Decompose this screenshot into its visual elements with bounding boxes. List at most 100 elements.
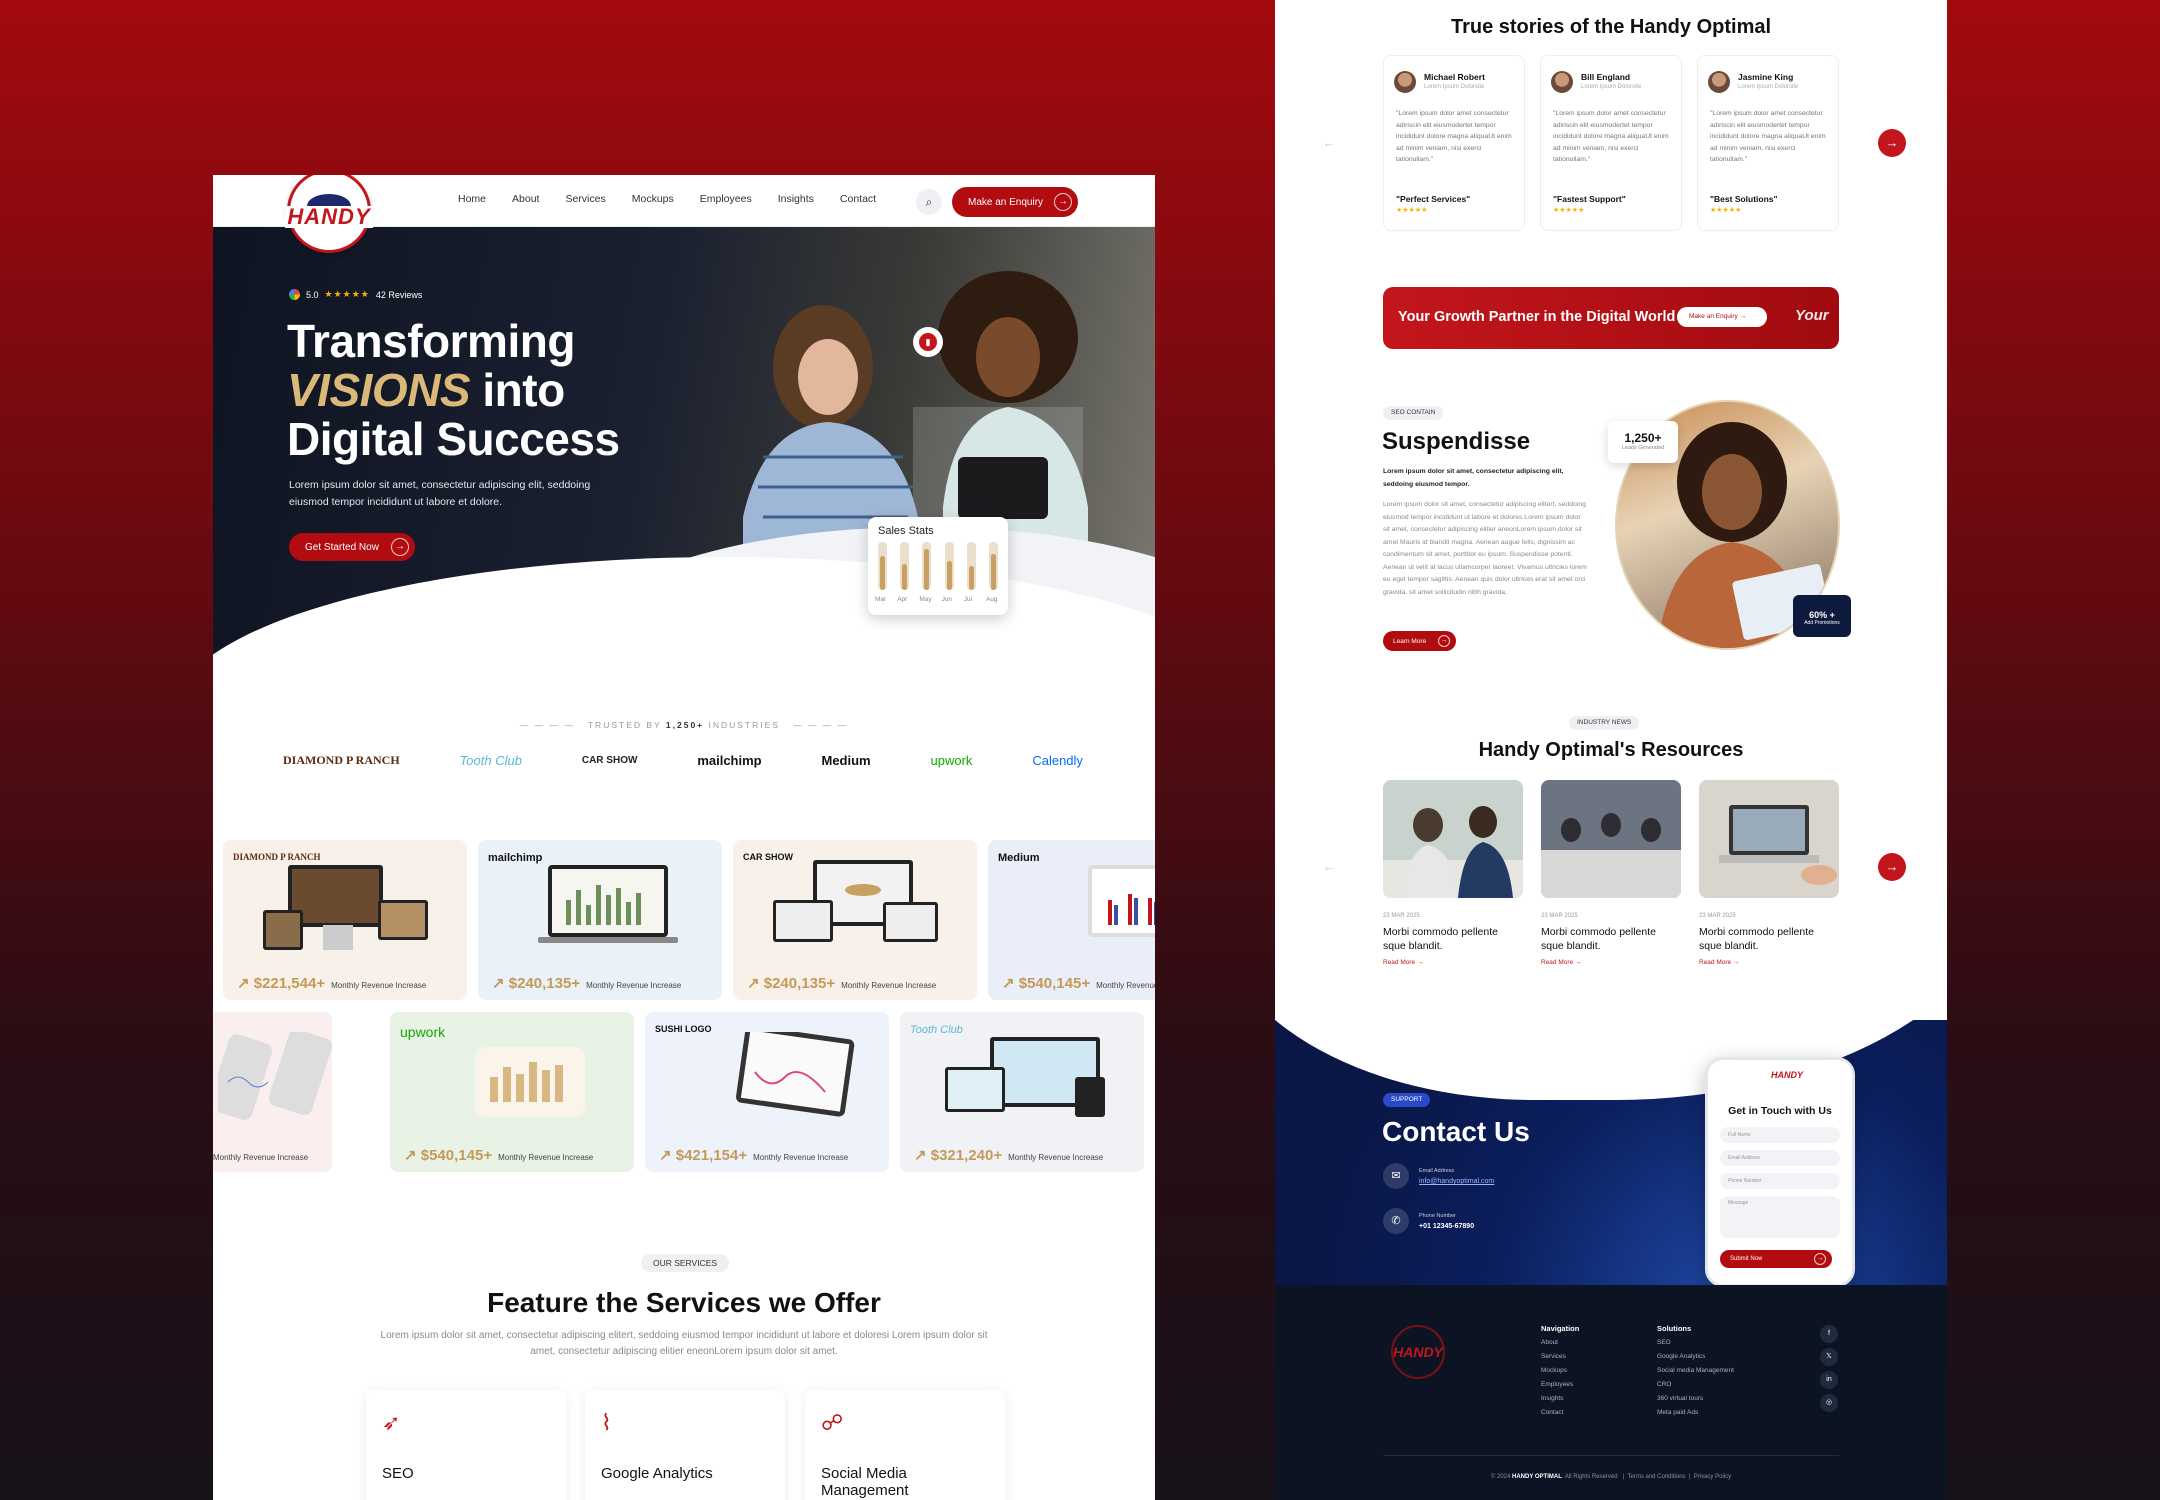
banner-enquiry-button[interactable]: Make an Enquiry →	[1677, 307, 1767, 327]
nav-insights[interactable]: Insights	[778, 193, 814, 205]
footer-link[interactable]: Contact	[1541, 1406, 1579, 1420]
device-mockup	[945, 1037, 1105, 1117]
analytics-icon: ⌇	[601, 1410, 612, 1435]
message-field[interactable]: Message	[1720, 1196, 1840, 1238]
enquiry-label: Make an Enquiry	[968, 196, 1044, 208]
read-more-link[interactable]: Read More →	[1541, 959, 1681, 966]
portfolio-card[interactable]: SUSHI LOGO ↗ $421,154+ Monthly Revenue In…	[645, 1012, 889, 1172]
testimonial-quote: "Lorem ipsum dolor amet consectetur adir…	[1553, 110, 1669, 163]
arrow-right-icon: →	[391, 538, 409, 556]
resource-card[interactable]: 23 MAR 2025 Morbi commodo pellente sque …	[1383, 780, 1523, 966]
learn-more-button[interactable]: Learn More →	[1383, 631, 1456, 651]
brand-medium: Medium	[821, 753, 871, 768]
service-card-social[interactable]: ☍ Social Media Management	[805, 1390, 1005, 1500]
resources-prev-button[interactable]: ←	[1315, 853, 1343, 881]
banner-enquiry-label: Make an Enquiry	[1689, 313, 1738, 320]
nav-about[interactable]: About	[512, 193, 539, 205]
card-revenue: ↗ $321,240+ Monthly Revenue Increase	[914, 1146, 1103, 1164]
email-field[interactable]: Email Address	[1720, 1150, 1840, 1166]
testimonials-next-button[interactable]: →	[1878, 129, 1906, 157]
linkedin-icon[interactable]: in	[1820, 1371, 1838, 1389]
footer-logo[interactable]: HANDY	[1383, 1325, 1453, 1385]
footer-link[interactable]: SEO	[1657, 1336, 1734, 1350]
trend-up-icon: ↗	[237, 975, 250, 992]
sales-bar-fill	[924, 549, 930, 590]
portfolio-card[interactable]: CAR SHOW ↗ $240,135+ Monthly Revenue Incr…	[733, 840, 977, 1000]
testimonial-role: Lorem Ipsum Dolorsite	[1424, 84, 1485, 90]
portfolio-row-2: Monthly Revenue Increase upwork ↗ $540,1…	[213, 1012, 1155, 1172]
contact-title: Contact Us	[1382, 1116, 1530, 1147]
copyright-brand: HANDY OPTIMAL	[1512, 1474, 1562, 1480]
service-name: Social Media Management	[821, 1465, 909, 1499]
sales-bar-fill	[902, 563, 908, 590]
phone-field[interactable]: Phone Number	[1720, 1173, 1840, 1189]
footer-link[interactable]: Mockups	[1541, 1364, 1579, 1378]
make-enquiry-button[interactable]: Make an Enquiry →	[952, 187, 1078, 217]
portfolio-card[interactable]: Medium ↗ $540,145+Monthly Revenue Increa…	[988, 840, 1155, 1000]
sales-bar-label: Apr	[897, 596, 908, 603]
contact-tag: SUPPORT	[1383, 1093, 1431, 1107]
portfolio-card[interactable]: mailchimp ↗ $240,135+ Monthly Revenue Inc…	[478, 840, 722, 1000]
footer-link[interactable]: Insights	[1541, 1392, 1579, 1406]
card-revenue-label: Monthly Revenue Increase	[1008, 1153, 1104, 1162]
card-revenue-label: Monthly Revenue Increase	[498, 1153, 594, 1162]
footer-divider	[1383, 1455, 1839, 1456]
footer-link[interactable]: About	[1541, 1336, 1579, 1350]
get-started-button[interactable]: Get Started Now →	[289, 533, 415, 561]
portfolio-card[interactable]: upwork ↗ $540,145+ Monthly Revenue Increa…	[390, 1012, 634, 1172]
hero-paragraph: Lorem ipsum dolor sit amet, consectetur …	[289, 479, 591, 508]
resource-card[interactable]: 23 MAR 2025 Morbi commodo pellente sque …	[1699, 780, 1839, 966]
footer-link[interactable]: Employees	[1541, 1378, 1579, 1392]
terms-link[interactable]: Terms and Conditions	[1628, 1474, 1686, 1480]
submit-button[interactable]: Submit Now →	[1720, 1250, 1832, 1268]
card-revenue-value: $221,544+	[253, 975, 326, 992]
card-revenue-value: $540,145+	[1018, 975, 1091, 992]
nav-services[interactable]: Services	[565, 193, 605, 205]
hero-title: Transforming VISIONS into Digital Succes…	[287, 317, 620, 464]
avatar	[1394, 71, 1416, 93]
read-more-link[interactable]: Read More →	[1383, 959, 1523, 966]
testimonial-quote: "Lorem ipsum dolor amet consectetur adir…	[1710, 110, 1826, 163]
sales-stats-title: Sales Stats	[878, 525, 934, 537]
reviews-count[interactable]: 42 Reviews	[376, 290, 423, 300]
footer-link[interactable]: Social media Management	[1657, 1364, 1734, 1378]
testimonial-role: Lorem Ipsum Dolorsite	[1738, 84, 1799, 90]
x-icon[interactable]: 𝕏	[1820, 1348, 1838, 1366]
phone-number: +01 12345-67890	[1419, 1223, 1475, 1230]
seo-title: Suspendisse	[1382, 428, 1531, 455]
full-name-field[interactable]: Full Name	[1720, 1127, 1840, 1143]
resources-next-button[interactable]: →	[1878, 853, 1906, 881]
facebook-icon[interactable]: f	[1820, 1325, 1838, 1343]
portfolio-card[interactable]: Monthly Revenue Increase	[213, 1012, 332, 1172]
resource-card[interactable]: 23 MAR 2025 Morbi commodo pellente sque …	[1541, 780, 1681, 966]
brand-calendly: Calendly	[1032, 753, 1083, 768]
portfolio-card[interactable]: DIAMOND P RANCH ↗ $221,544+ Monthly Reven…	[223, 840, 467, 1000]
privacy-link[interactable]: Privacy Policy	[1694, 1474, 1731, 1480]
nav-employees[interactable]: Employees	[700, 193, 752, 205]
card-revenue: Monthly Revenue Increase	[213, 1147, 308, 1164]
service-card-analytics[interactable]: ⌇ Google Analytics	[585, 1390, 785, 1500]
card-revenue: ↗ $421,154+ Monthly Revenue Increase	[659, 1146, 848, 1164]
footer-link[interactable]: CRO	[1657, 1378, 1734, 1392]
sales-bar: Jul	[964, 542, 976, 603]
nav-mockups[interactable]: Mockups	[632, 193, 674, 205]
footer-link[interactable]: Services	[1541, 1350, 1579, 1364]
nav-contact[interactable]: Contact	[840, 193, 876, 205]
arrow-right-icon: →	[1054, 193, 1072, 211]
email-link[interactable]: info@handyoptimal.com	[1419, 1178, 1494, 1185]
arrow-right-icon: →	[1438, 635, 1450, 647]
footer-link[interactable]: Google Analytics	[1657, 1350, 1734, 1364]
read-more-link[interactable]: Read More →	[1699, 959, 1839, 966]
nav-home[interactable]: Home	[458, 193, 486, 205]
sales-stats-card: Sales Stats Mar Apr May Jun Jul Aug	[868, 517, 1008, 615]
rating-stars: ★★★★★	[324, 289, 370, 299]
instagram-icon[interactable]: ◎	[1820, 1394, 1838, 1412]
testimonials-prev-button[interactable]: ←	[1315, 129, 1343, 157]
portfolio-card[interactable]: Tooth Club ↗ $321,240+ Monthly Revenue In…	[900, 1012, 1144, 1172]
resource-date: 23 MAR 2025	[1383, 913, 1420, 919]
testimonials-title: True stories of the Handy Optimal	[1450, 16, 1772, 38]
service-card-seo[interactable]: ➶ SEO	[366, 1390, 566, 1500]
footer-link[interactable]: Meta paid Ads	[1657, 1406, 1734, 1420]
search-icon[interactable]: ⌕	[916, 189, 942, 215]
footer-link[interactable]: 360 virtual tours	[1657, 1392, 1734, 1406]
